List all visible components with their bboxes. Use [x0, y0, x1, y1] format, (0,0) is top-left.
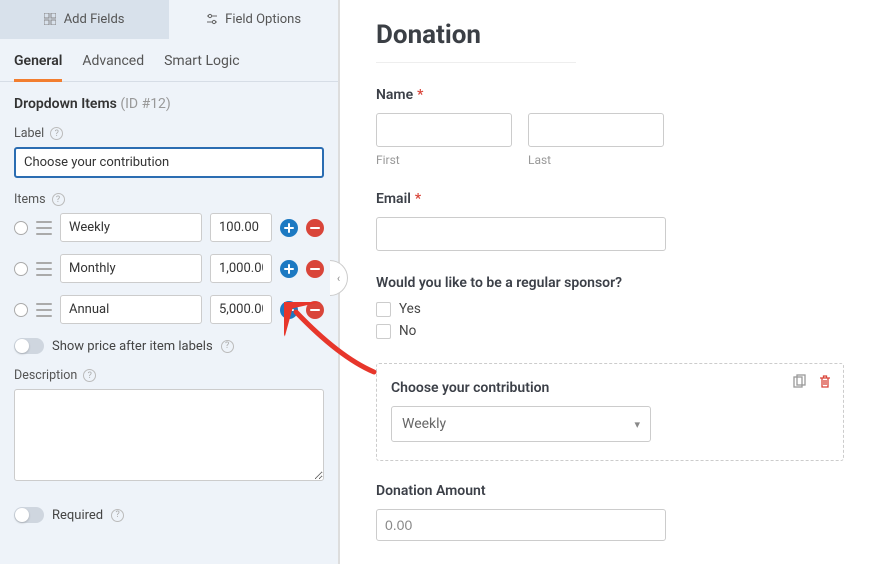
donation-amount-label: Donation Amount	[376, 483, 844, 499]
checkbox-no-label: No	[399, 323, 416, 339]
first-name-input[interactable]	[376, 113, 512, 147]
show-price-label: Show price after item labels	[52, 339, 213, 354]
remove-item-button[interactable]	[306, 301, 324, 319]
first-sublabel: First	[376, 153, 512, 167]
item-row	[14, 213, 324, 242]
required-label: Required	[52, 508, 103, 523]
tab-field-options-label: Field Options	[225, 12, 301, 27]
remove-item-button[interactable]	[306, 219, 324, 237]
section-name: Dropdown Items	[14, 96, 117, 112]
description-textarea[interactable]	[14, 389, 324, 481]
last-name-input[interactable]	[528, 113, 664, 147]
section-id: (ID #12)	[120, 96, 171, 112]
item-label-input[interactable]	[60, 254, 202, 283]
checkbox-yes-label: Yes	[399, 301, 421, 317]
name-field-label: Name*	[376, 87, 844, 103]
item-default-radio[interactable]	[14, 221, 28, 235]
remove-item-button[interactable]	[306, 260, 324, 278]
item-label-input[interactable]	[60, 295, 202, 324]
item-label-input[interactable]	[60, 213, 202, 242]
subtab-smart-logic[interactable]: Smart Logic	[164, 53, 239, 81]
name-label-text: Name	[376, 87, 413, 103]
required-toggle[interactable]	[14, 507, 44, 523]
subtab-general[interactable]: General	[14, 53, 62, 82]
donation-amount-input[interactable]	[376, 509, 666, 541]
tab-add-fields-label: Add Fields	[64, 12, 125, 27]
help-icon[interactable]: ?	[221, 340, 234, 353]
form-title: Donation	[376, 20, 844, 50]
sponsor-question: Would you like to be a regular sponsor?	[376, 275, 844, 291]
duplicate-icon[interactable]	[791, 374, 807, 390]
subtab-advanced[interactable]: Advanced	[82, 53, 144, 81]
selected-field-wrapper[interactable]: Choose your contribution Weekly ▾	[376, 363, 844, 461]
contribution-label: Choose your contribution	[391, 380, 829, 396]
label-input[interactable]	[14, 147, 324, 178]
item-price-input[interactable]	[210, 254, 272, 283]
item-row	[14, 254, 324, 283]
email-input[interactable]	[376, 217, 666, 251]
tab-field-options[interactable]: Field Options	[169, 0, 338, 39]
help-icon[interactable]: ?	[52, 193, 65, 206]
drag-handle-icon[interactable]	[36, 262, 52, 276]
chevron-down-icon: ▾	[634, 418, 640, 431]
description-heading: Description	[14, 368, 77, 383]
items-heading: Items	[14, 192, 46, 207]
contribution-dropdown[interactable]: Weekly ▾	[391, 406, 651, 442]
add-item-button[interactable]	[280, 301, 298, 319]
last-sublabel: Last	[528, 153, 664, 167]
help-icon[interactable]: ?	[111, 509, 124, 522]
dropdown-selected-value: Weekly	[402, 416, 446, 432]
delete-icon[interactable]	[817, 374, 833, 390]
label-heading: Label	[14, 126, 44, 141]
item-price-input[interactable]	[210, 213, 272, 242]
item-row	[14, 295, 324, 324]
divider	[376, 62, 576, 63]
email-field-label: Email*	[376, 191, 844, 207]
help-icon[interactable]: ?	[83, 369, 96, 382]
add-item-button[interactable]	[280, 260, 298, 278]
add-item-button[interactable]	[280, 219, 298, 237]
item-default-radio[interactable]	[14, 262, 28, 276]
drag-handle-icon[interactable]	[36, 221, 52, 235]
checkbox-no[interactable]	[376, 324, 391, 339]
show-price-toggle[interactable]	[14, 338, 44, 354]
drag-handle-icon[interactable]	[36, 303, 52, 317]
checkbox-yes[interactable]	[376, 302, 391, 317]
help-icon[interactable]: ?	[50, 127, 63, 140]
email-label-text: Email	[376, 191, 411, 207]
section-title: Dropdown Items (ID #12)	[14, 96, 324, 112]
item-default-radio[interactable]	[14, 303, 28, 317]
item-price-input[interactable]	[210, 295, 272, 324]
tab-add-fields[interactable]: Add Fields	[0, 0, 169, 39]
